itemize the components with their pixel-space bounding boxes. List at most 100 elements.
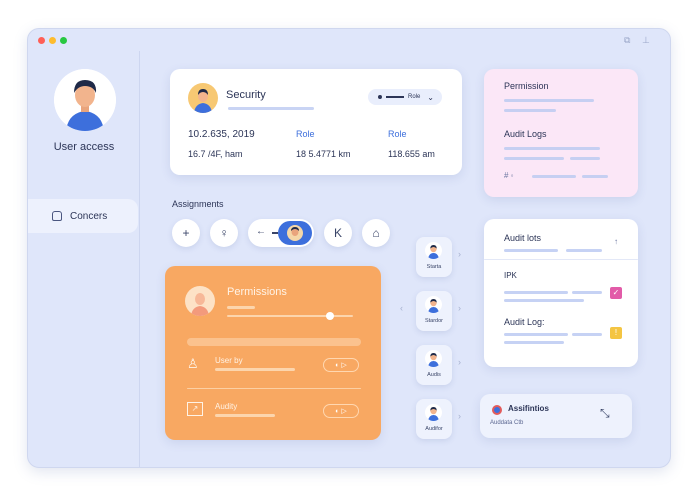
folder-icon: ⌂ xyxy=(372,226,380,240)
security-card: Security Role ⌄ 10.2.635, 2019 16.7 /4F,… xyxy=(170,69,462,175)
audit-line-5 xyxy=(504,299,584,302)
audit-line-3 xyxy=(504,291,568,294)
close-window-button[interactable] xyxy=(38,37,45,44)
k-button[interactable]: K xyxy=(324,219,352,247)
security-col2-sub: 18 5.4771 km xyxy=(296,149,351,159)
node-audis[interactable]: Audis xyxy=(416,345,452,385)
chevron-right-icon: › xyxy=(458,303,461,313)
assignments-label: Assignments xyxy=(172,199,224,209)
node-label: Audis xyxy=(427,372,441,378)
home-icon xyxy=(52,211,62,221)
node-avatar xyxy=(425,404,442,421)
sidebar-item-concers[interactable]: Concers xyxy=(28,199,138,233)
permissions-panel: Permissions ♙ User by ◐ ▷ ↗ Audity ◐ ▷ xyxy=(165,266,381,440)
permission-line-6 xyxy=(532,175,576,178)
audit-card: Audit lots ↑ IPK ✓ Audit Log: ! xyxy=(484,219,638,367)
audit-divider xyxy=(484,259,638,260)
role-dropdown[interactable]: Role ⌄ xyxy=(368,89,442,105)
security-col1-value: 10.2.635, 2019 xyxy=(188,129,255,140)
permissions-divider xyxy=(187,338,361,346)
checkbox-checked[interactable]: ✓ xyxy=(610,287,622,299)
node-audifor[interactable]: Audifor xyxy=(416,399,452,439)
avatar-toggle[interactable]: ← xyxy=(248,219,314,247)
row-user-by-label: User by xyxy=(215,356,243,365)
security-title: Security xyxy=(226,89,266,101)
row-user-by-line xyxy=(215,368,295,371)
security-avatar xyxy=(188,83,218,113)
chevron-right-icon: › xyxy=(458,249,461,259)
permissions-slider[interactable] xyxy=(227,312,353,320)
permission-line-3 xyxy=(504,147,600,150)
permission-title: Permission xyxy=(504,81,549,91)
audit-title: Audit lots xyxy=(504,233,542,243)
dropdown-bar xyxy=(386,96,404,98)
node-avatar xyxy=(425,242,442,259)
pin-icon[interactable]: ⊥ xyxy=(642,35,652,45)
audit-sub-title: Audit Log: xyxy=(504,317,545,327)
security-underline xyxy=(228,107,314,110)
app-window: ⧉ ⊥ User access Concers Security Role ⌄ … xyxy=(27,28,671,468)
permission-line-2 xyxy=(504,109,556,112)
security-col3-sub: 118.655 am xyxy=(388,149,435,159)
row-audity-toggle[interactable]: ◐ ▷ xyxy=(323,404,359,418)
back-icon: ← xyxy=(256,226,266,237)
permission-card: Permission Audit Logs # ◦ xyxy=(484,69,638,197)
node-stardor[interactable]: Stardor xyxy=(416,291,452,331)
security-col2-header: Role xyxy=(296,129,315,139)
warning-badge[interactable]: ! xyxy=(610,327,622,339)
chevron-left-icon: ‹ xyxy=(400,303,403,313)
permissions-row-user-by[interactable]: ♙ User by ◐ ▷ xyxy=(187,354,361,380)
sidebar-item-label: Concers xyxy=(70,210,108,222)
audit-line-6 xyxy=(504,333,568,336)
permissions-underline xyxy=(227,306,255,309)
sidebar-title: User access xyxy=(53,141,115,153)
node-avatar xyxy=(425,350,442,367)
audit-line-8 xyxy=(504,341,564,344)
chart-icon: ↗ xyxy=(187,402,203,416)
status-dot xyxy=(378,95,382,99)
dropdown-label: Role xyxy=(408,94,421,100)
node-avatar xyxy=(425,296,442,313)
audit-line-7 xyxy=(572,333,602,336)
permissions-avatar xyxy=(185,286,215,316)
sidebar: User access Concers xyxy=(28,51,140,467)
collapse-icon[interactable]: ⤡ xyxy=(600,406,610,421)
user-icon: ♀ xyxy=(219,226,229,240)
title-bar: ⧉ ⊥ xyxy=(28,29,670,51)
slider-knob[interactable] xyxy=(326,312,335,320)
audit-line-1 xyxy=(504,249,558,252)
slider-track xyxy=(227,315,353,317)
minimize-window-button[interactable] xyxy=(49,37,56,44)
folder-button[interactable]: ⌂ xyxy=(362,219,390,247)
arrow-up-icon[interactable]: ↑ xyxy=(614,237,618,246)
add-button[interactable]: + xyxy=(172,219,200,247)
user-button[interactable]: ♀ xyxy=(210,219,238,247)
node-starta[interactable]: Starta xyxy=(416,237,452,277)
permission-line-5 xyxy=(570,157,600,160)
permission-line-7 xyxy=(582,175,608,178)
security-col3-header: Role xyxy=(388,129,407,139)
audit-mid-label: IPK xyxy=(504,271,517,280)
security-col1-sub: 16.7 /4F, ham xyxy=(188,149,243,159)
row-audity-line xyxy=(215,414,275,417)
node-label: Starta xyxy=(426,264,442,270)
permissions-separator xyxy=(187,388,361,389)
permission-line-4 xyxy=(504,157,564,160)
chevron-right-icon: › xyxy=(458,357,461,367)
chevron-down-icon: ⌄ xyxy=(427,92,434,102)
node-label: Audifor xyxy=(425,426,443,432)
audit-line-4 xyxy=(572,291,602,294)
plus-icon: + xyxy=(182,226,190,240)
maximize-window-button[interactable] xyxy=(60,37,67,44)
bottom-card[interactable]: Assifintios Auddata Ctb ⤡ xyxy=(480,394,632,438)
audit-logs-title: Audit Logs xyxy=(504,129,547,139)
permissions-row-audity[interactable]: ↗ Audity ◐ ▷ xyxy=(187,400,361,426)
row-audity-label: Audity xyxy=(215,402,238,411)
node-label: Stardor xyxy=(424,318,444,324)
audit-line-2 xyxy=(566,249,602,252)
user-avatar[interactable] xyxy=(54,69,116,131)
row-user-by-toggle[interactable]: ◐ ▷ xyxy=(323,358,359,372)
copy-icon[interactable]: ⧉ xyxy=(624,35,634,45)
toggle-avatar xyxy=(278,221,312,245)
permission-line-1 xyxy=(504,99,594,102)
